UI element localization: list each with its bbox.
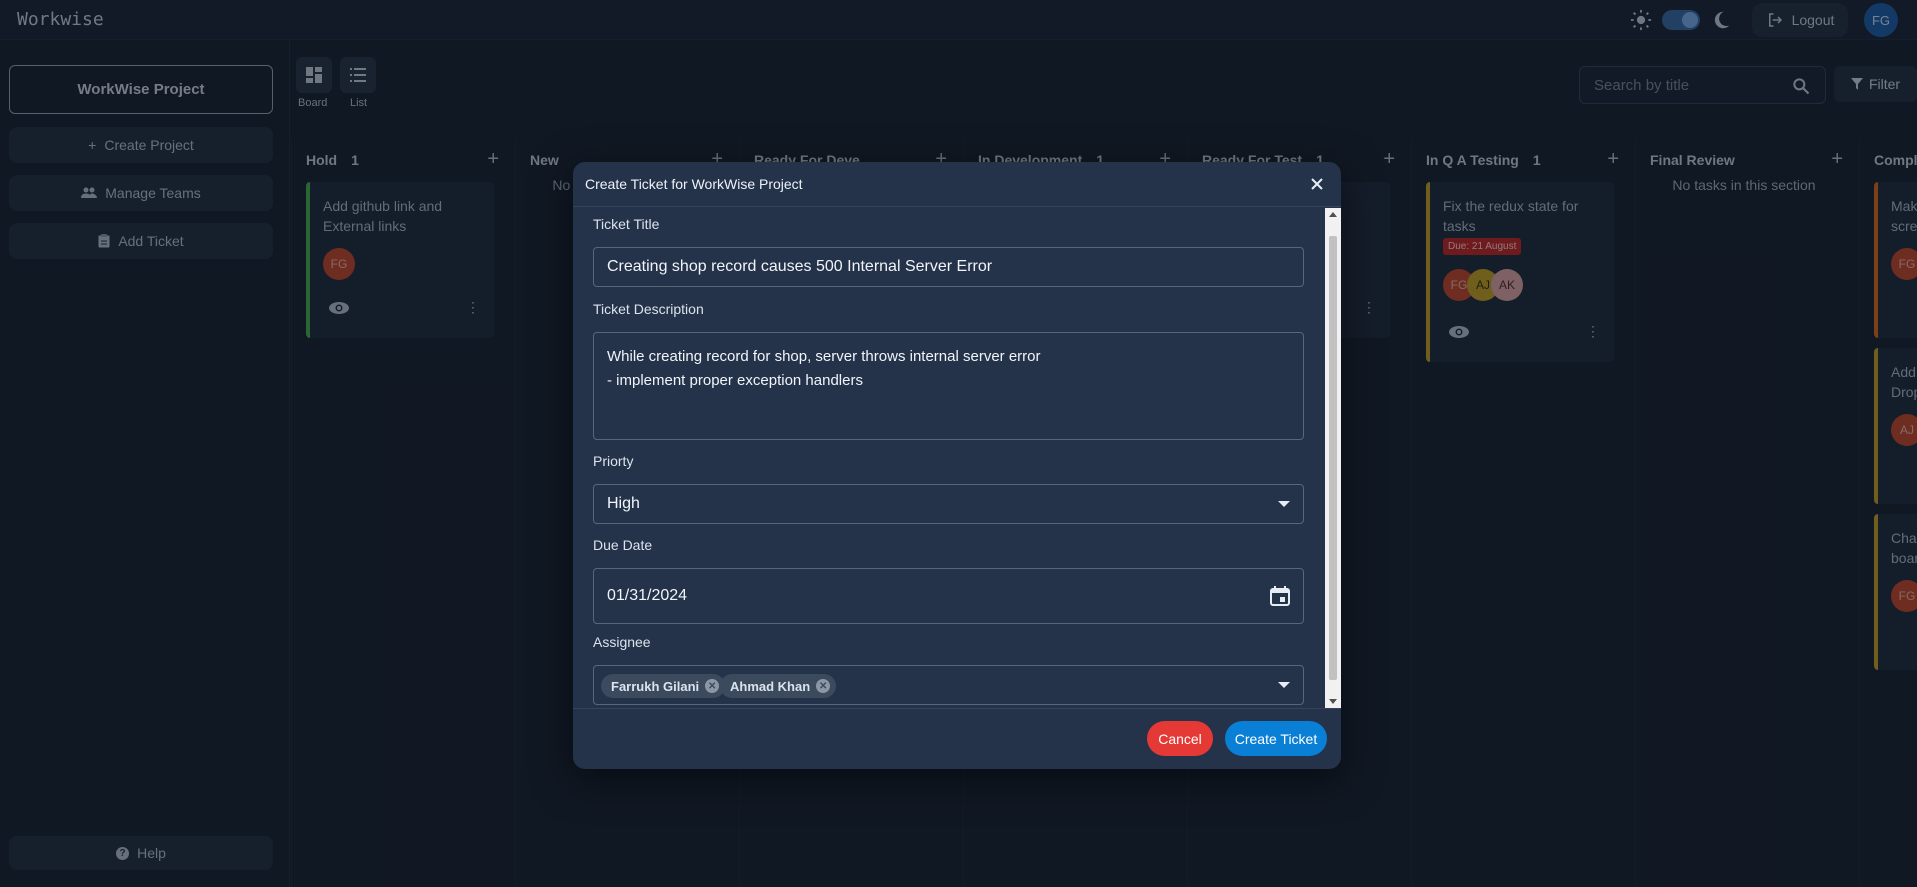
chip-label: Farrukh Gilani bbox=[611, 678, 700, 694]
priority-select[interactable]: High bbox=[593, 484, 1304, 524]
assignee-select[interactable]: Farrukh Gilani ✕ Ahmad Khan ✕ bbox=[593, 665, 1304, 705]
create-ticket-button[interactable]: Create Ticket bbox=[1225, 721, 1327, 756]
scroll-thumb[interactable] bbox=[1329, 236, 1337, 680]
due-date-input[interactable]: 01/31/2024 bbox=[593, 568, 1304, 624]
ticket-description-label: Ticket Description bbox=[593, 301, 704, 317]
ticket-title-value: Creating shop record causes 500 Internal… bbox=[607, 258, 993, 275]
dialog-header: Create Ticket for WorkWise Project bbox=[573, 162, 1341, 207]
dialog-body: Ticket Title Creating shop record causes… bbox=[573, 208, 1341, 708]
chevron-down-icon bbox=[1278, 501, 1290, 507]
description-line: While creating record for shop, server t… bbox=[607, 348, 1041, 365]
dialog-title: Create Ticket for WorkWise Project bbox=[585, 176, 803, 192]
close-icon[interactable] bbox=[1307, 174, 1327, 194]
calendar-icon[interactable] bbox=[1269, 585, 1291, 607]
create-ticket-dialog: Create Ticket for WorkWise Project Ticke… bbox=[573, 162, 1341, 769]
priority-value: High bbox=[607, 495, 640, 512]
scroll-up-icon[interactable] bbox=[1329, 212, 1337, 217]
ticket-title-label: Ticket Title bbox=[593, 216, 660, 232]
due-date-label: Due Date bbox=[593, 537, 653, 553]
scroll-down-icon[interactable] bbox=[1329, 699, 1337, 704]
assignee-label: Assignee bbox=[593, 634, 651, 650]
ticket-description-input[interactable]: While creating record for shop, server t… bbox=[593, 332, 1304, 440]
chip-label: Ahmad Khan bbox=[730, 678, 811, 694]
assignee-chip: Ahmad Khan ✕ bbox=[720, 674, 837, 698]
dialog-scrollbar[interactable] bbox=[1325, 208, 1341, 708]
priority-label: Priorty bbox=[593, 453, 634, 469]
ticket-title-input[interactable]: Creating shop record causes 500 Internal… bbox=[593, 247, 1304, 287]
remove-icon[interactable]: ✕ bbox=[816, 679, 831, 693]
dialog-footer: Cancel Create Ticket bbox=[573, 708, 1341, 769]
due-date-value: 01/31/2024 bbox=[607, 587, 688, 604]
chevron-down-icon bbox=[1278, 682, 1290, 688]
cancel-button[interactable]: Cancel bbox=[1147, 721, 1213, 756]
assignee-chip: Farrukh Gilani ✕ bbox=[601, 674, 726, 698]
description-line: - implement proper exception handlers bbox=[607, 372, 863, 389]
remove-icon[interactable]: ✕ bbox=[705, 679, 720, 693]
